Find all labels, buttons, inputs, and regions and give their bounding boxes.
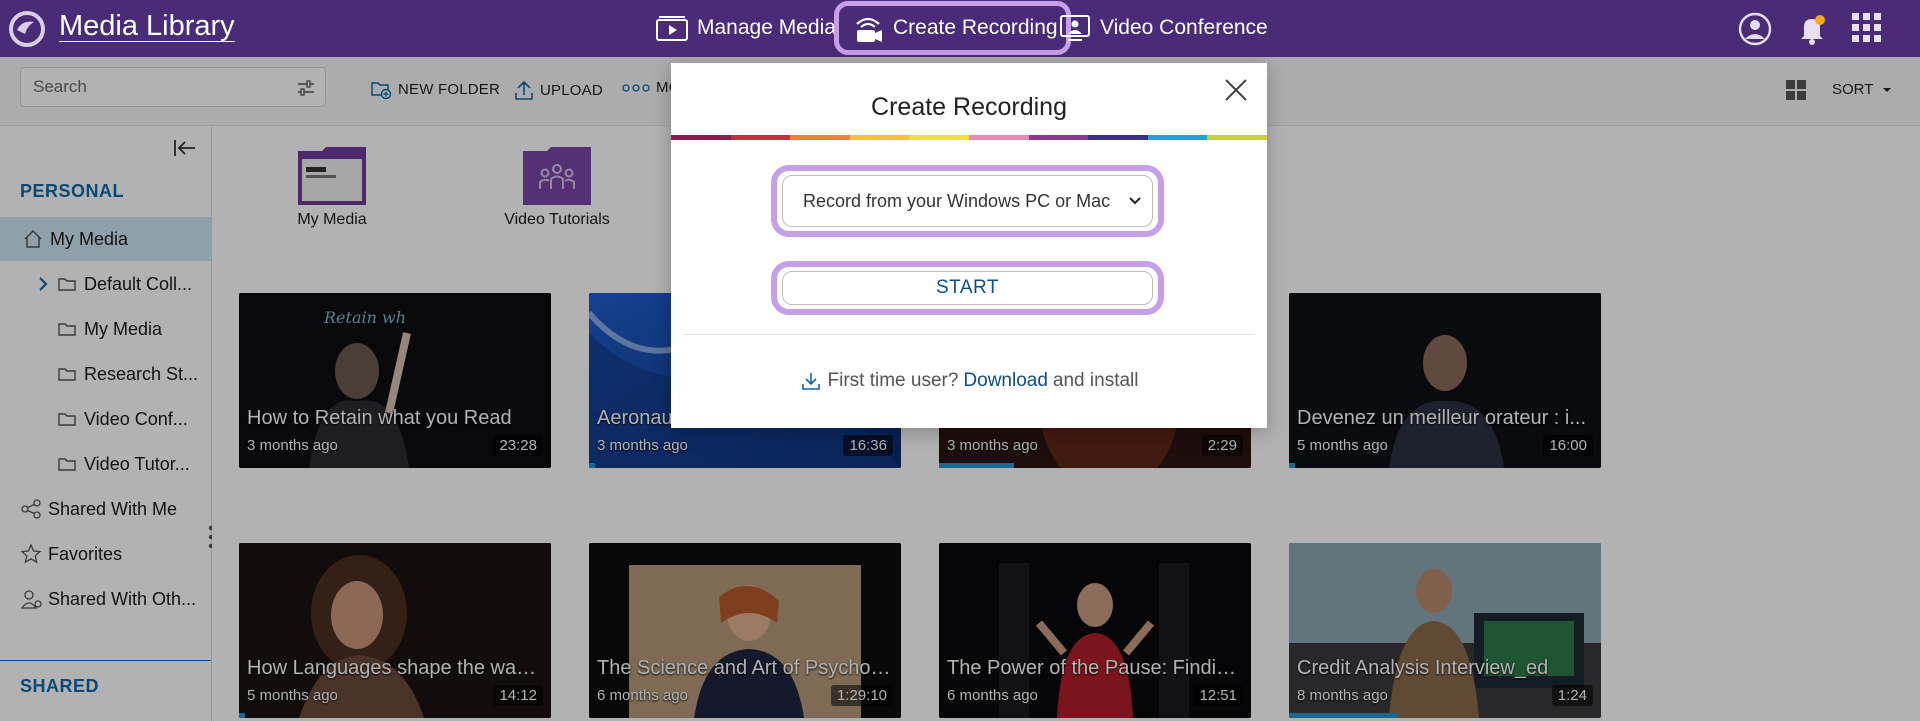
nav-video-conference-label: Video Conference: [1100, 16, 1268, 39]
recording-camera-icon: [856, 17, 882, 42]
rainbow-segment: [909, 135, 969, 140]
create-recording-dialog: Create Recording Record from your Window…: [671, 63, 1267, 428]
rainbow-segment: [849, 135, 910, 140]
first-time-prefix: First time user?: [827, 370, 959, 391]
start-button[interactable]: START: [782, 271, 1153, 305]
recording-source-value: Record from your Windows PC or Mac: [803, 190, 1111, 211]
rainbow-segment: [1207, 135, 1267, 140]
download-icon: [801, 373, 820, 390]
rainbow-segment: [968, 135, 1029, 140]
nav-create-recording-label: Create Recording: [893, 16, 1058, 39]
nav-create-recording[interactable]: Create Recording: [834, 1, 1071, 55]
rainbow-segment: [1088, 135, 1148, 140]
dialog-title: Create Recording: [871, 93, 1067, 121]
start-button-highlight: START: [771, 261, 1164, 315]
close-icon[interactable]: [1223, 77, 1249, 103]
first-time-hint: First time user? Download and install: [671, 370, 1267, 392]
download-link[interactable]: Download: [963, 370, 1048, 392]
user-profile-icon[interactable]: [1738, 12, 1772, 46]
rainbow-segment: [790, 135, 850, 140]
play-window-icon: [656, 16, 688, 41]
app-logo-icon[interactable]: [8, 10, 46, 48]
dialog-separator: [683, 334, 1255, 335]
recording-source-select-highlight: Record from your Windows PC or Mac: [771, 165, 1164, 237]
rainbow-segment: [730, 135, 791, 140]
nav-manage-media[interactable]: Manage Media: [655, 6, 836, 50]
app-title[interactable]: Media Library: [59, 10, 235, 43]
top-navigation-bar: Media Library Manage Media Create Record…: [0, 0, 1920, 57]
rainbow-divider: [671, 135, 1267, 140]
notification-bell-icon[interactable]: [1796, 12, 1828, 46]
video-conference-icon: [1060, 15, 1090, 41]
rainbow-segment: [671, 135, 731, 140]
nav-video-conference[interactable]: Video Conference: [1058, 6, 1268, 50]
rainbow-segment: [1028, 135, 1089, 140]
first-time-suffix: and install: [1052, 370, 1139, 391]
rainbow-segment: [1147, 135, 1208, 140]
chevron-down-icon: [1129, 197, 1141, 205]
nav-manage-media-label: Manage Media: [697, 16, 836, 39]
recording-source-select[interactable]: Record from your Windows PC or Mac: [782, 175, 1153, 227]
apps-grid-icon[interactable]: [1851, 12, 1883, 44]
